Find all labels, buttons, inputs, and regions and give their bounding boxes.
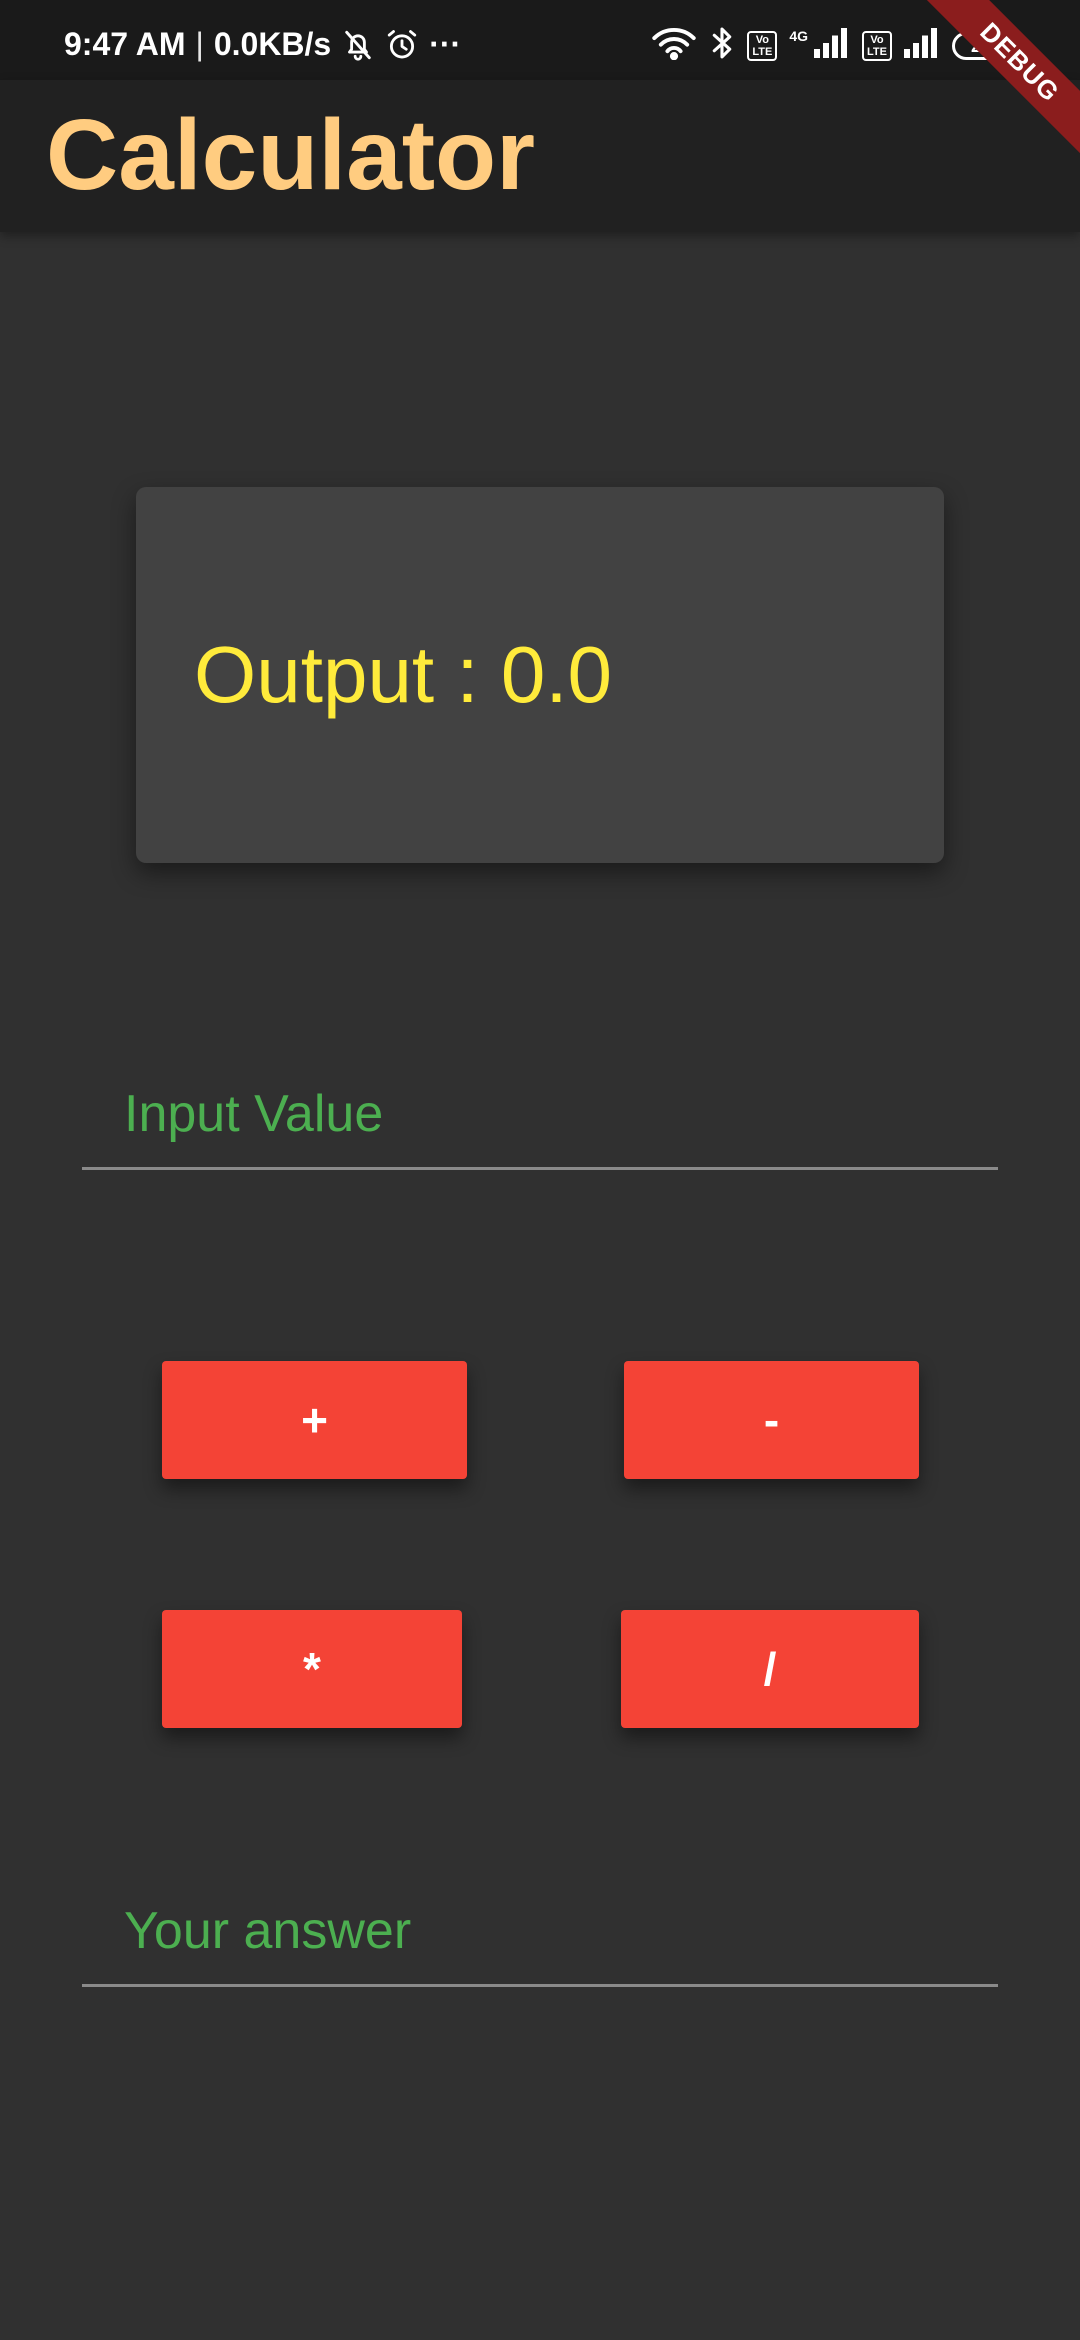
- answer-field: [82, 1877, 998, 1987]
- input-value-input[interactable]: [82, 1060, 998, 1167]
- status-right: VoLTE 4G VoLTE 28: [651, 26, 1013, 65]
- status-net-speed: 0.0KB/s: [213, 26, 332, 62]
- bluetooth-icon: [709, 26, 735, 65]
- signal-icon: [904, 28, 940, 63]
- app-title: Calculator: [46, 99, 536, 211]
- calculator-screen: 9:47 AM | 0.0KB/s ··· Vo LTE 4G Vo LTE D…: [0, 0, 1080, 2340]
- multiply-button[interactable]: *: [162, 1610, 462, 1728]
- volte-badge-1: Vo LTE: [747, 30, 778, 61]
- output-text: Output : 0.0: [194, 630, 613, 719]
- status-separator: |: [195, 26, 204, 62]
- alarm-icon: [385, 28, 419, 62]
- wifi-icon: [651, 26, 697, 65]
- input-value-field: [82, 1060, 998, 1170]
- status-bar: 9:47 AM | 0.0KB/s ··· Vo LTE 4G Vo LTE: [0, 0, 1080, 80]
- output-card: Output : 0.0: [136, 487, 944, 863]
- network-type: 4G: [789, 27, 809, 44]
- add-button[interactable]: +: [162, 1361, 467, 1479]
- signal-icon: [814, 28, 850, 63]
- answer-input[interactable]: [82, 1877, 998, 1984]
- app-bar: Calculator: [0, 80, 1080, 232]
- volte-badge-2: Vo LTE: [862, 30, 892, 61]
- status-left: 9:47 AM | 0.0KB/s ···: [64, 26, 461, 63]
- more-icon: ···: [429, 26, 462, 62]
- divide-button[interactable]: /: [621, 1610, 919, 1728]
- subtract-button[interactable]: -: [624, 1361, 919, 1479]
- status-time: 9:47 AM: [64, 26, 186, 62]
- bell-off-icon: [341, 28, 375, 62]
